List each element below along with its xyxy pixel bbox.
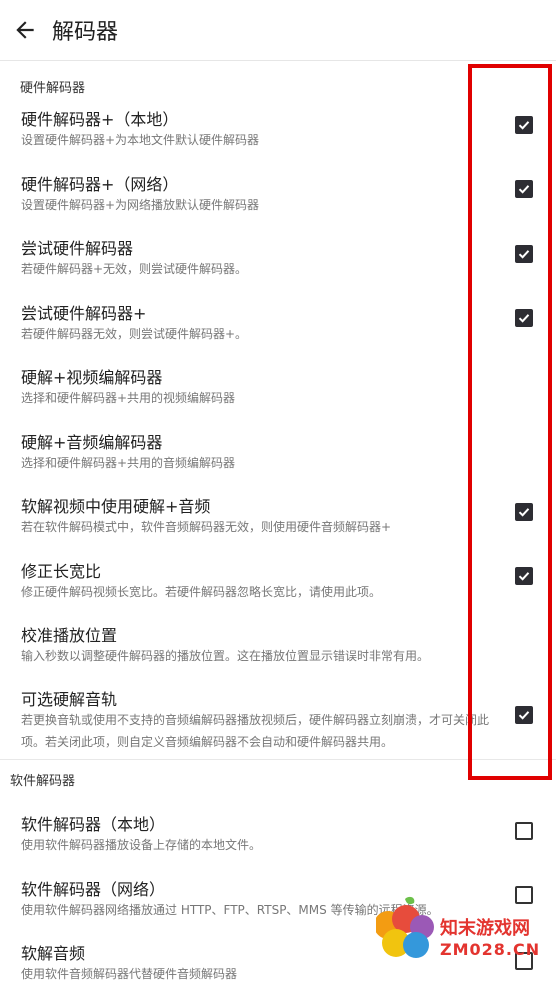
- setting-title: 硬件解码器+（网络）: [21, 175, 179, 194]
- setting-item[interactable]: 软件解码器（本地） 使用软件解码器播放设备上存储的本地文件。: [0, 811, 556, 875]
- setting-title: 软解音频: [21, 944, 86, 963]
- setting-subtitle: 使用软件解码器播放设备上存储的本地文件。: [21, 838, 262, 852]
- setting-subtitle: 若硬件解码器+无效，则尝试硬件解码器。: [21, 262, 248, 276]
- setting-subtitle: 使用软件音频解码器代替硬件音频解码器: [21, 967, 238, 981]
- setting-title: 硬解+视频编解码器: [21, 368, 163, 387]
- watermark-logo-icon: [376, 896, 434, 958]
- checkbox[interactable]: [515, 886, 533, 904]
- watermark-text: 知末游戏网: [440, 918, 530, 939]
- setting-title: 修正长宽比: [21, 562, 102, 581]
- setting-title: 软解视频中使用硬解+音频: [21, 497, 211, 516]
- setting-title: 校准播放位置: [21, 626, 118, 645]
- setting-title: 可选硬解音轨: [21, 690, 118, 709]
- section-header-software: 软件解码器: [10, 774, 76, 789]
- section-header-hardware: 硬件解码器: [20, 81, 86, 96]
- setting-title: 软件解码器（本地）: [21, 815, 166, 834]
- setting-subtitle: 设置硬件解码器+为本地文件默认硬件解码器: [21, 133, 260, 147]
- setting-subtitle: 输入秒数以调整硬件解码器的播放位置。这在播放位置显示错误时非常有用。: [21, 649, 430, 663]
- watermark-url: ZM028.CN: [440, 940, 541, 959]
- setting-title: 软件解码器（网络）: [21, 880, 166, 899]
- page-title: 解码器: [52, 20, 119, 45]
- setting-title: 尝试硬件解码器+: [21, 304, 147, 323]
- setting-subtitle: 若硬件解码器无效，则尝试硬件解码器+。: [21, 327, 248, 341]
- setting-subtitle: 选择和硬件解码器+共用的视频编解码器: [21, 391, 236, 405]
- arrow-left-icon[interactable]: [12, 17, 38, 43]
- setting-subtitle: 若在软件解码模式中，软件音频解码器无效，则使用硬件音频解码器+: [21, 520, 392, 534]
- setting-title: 尝试硬件解码器: [21, 239, 134, 258]
- highlight-box: [468, 64, 552, 780]
- setting-subtitle: 修正硬件解码视频长宽比。若硬件解码器忽略长宽比，请使用此项。: [21, 585, 382, 599]
- app-bar: 解码器: [0, 0, 556, 61]
- setting-title: 硬件解码器+（本地）: [21, 110, 179, 129]
- setting-subtitle: 选择和硬件解码器+共用的音频编解码器: [21, 456, 236, 470]
- setting-title: 硬解+音频编解码器: [21, 433, 163, 452]
- setting-subtitle: 若更换音轨或使用不支持的音频编解码器播放视频后，硬件解码器立刻崩溃，才可关闭此项…: [21, 713, 490, 749]
- setting-subtitle: 设置硬件解码器+为网络播放默认硬件解码器: [21, 198, 260, 212]
- checkbox[interactable]: [515, 822, 533, 840]
